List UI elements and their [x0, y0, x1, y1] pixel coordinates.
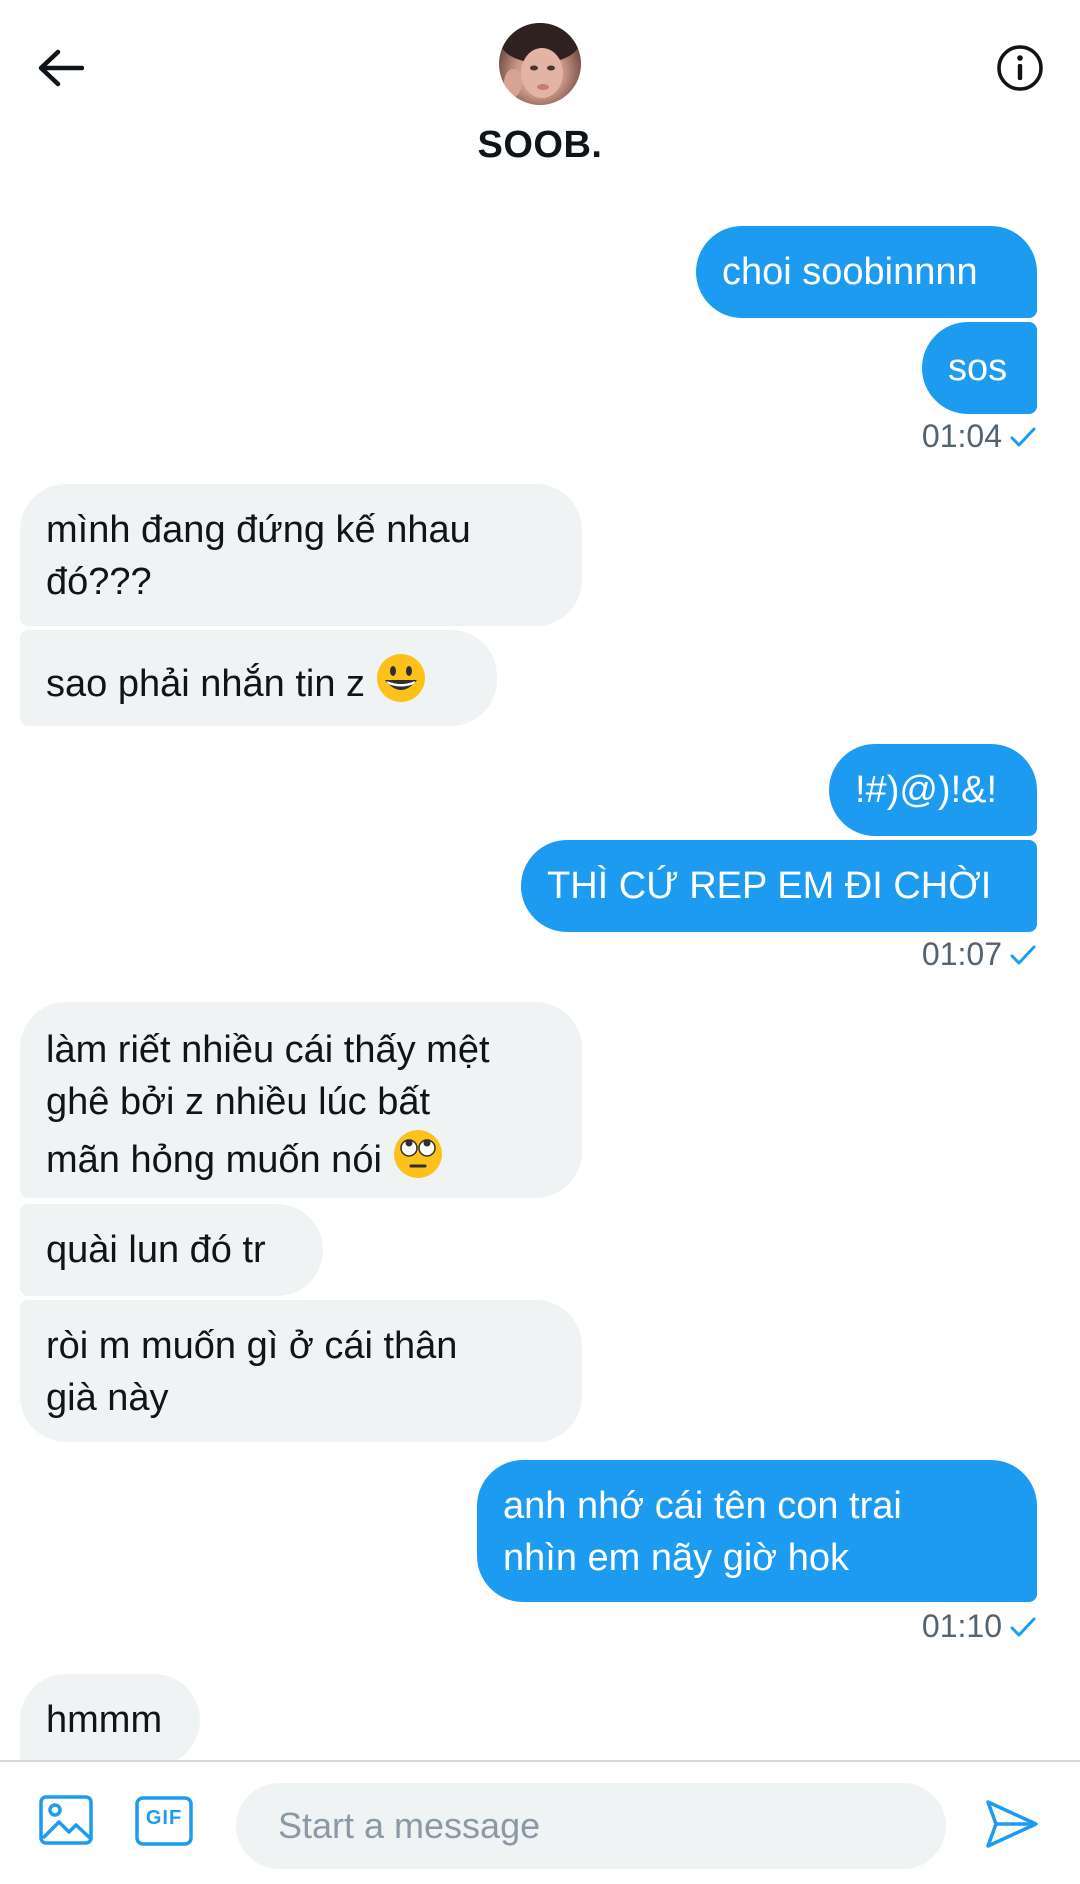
- message-bubble[interactable]: hmmm: [20, 1674, 200, 1766]
- timestamp-text: 01:04: [921, 418, 1002, 454]
- message-text: sos: [948, 347, 1008, 389]
- info-icon: [997, 45, 1043, 91]
- check-icon: [1010, 427, 1036, 446]
- message-bubble[interactable]: choi soobinnnn: [696, 226, 1037, 318]
- gif-label: GIF: [145, 1807, 183, 1829]
- message-bubble[interactable]: sao phải nhắn tin z: [20, 630, 497, 726]
- message-bubble[interactable]: THÌ CỨ REP EM ĐI CHỜI: [521, 840, 1037, 932]
- gif-button[interactable]: GIF: [135, 1796, 193, 1846]
- arrow-left-icon: [38, 49, 84, 87]
- timestamp-text: 01:07: [921, 936, 1002, 972]
- message-bubble[interactable]: sos: [922, 322, 1037, 414]
- message-text: quài lun đó tr: [46, 1229, 266, 1271]
- message-timestamp: 01:07: [922, 936, 1038, 973]
- message-text: !#)@)!&!: [855, 769, 998, 811]
- conversation-header: SOOB.: [0, 0, 1080, 190]
- message-bubble[interactable]: !#)@)!&!: [829, 744, 1037, 836]
- message-text: hmmm: [46, 1699, 163, 1741]
- message-text: ròi m muốn gì ở cái thân già này: [46, 1325, 458, 1419]
- message-text: THÌ CỨ REP EM ĐI CHỜI: [547, 865, 992, 907]
- message-text: anh nhớ cái tên con trai nhìn em nãy giờ…: [503, 1485, 902, 1579]
- message-timestamp: 01:10: [922, 1608, 1038, 1645]
- send-icon: [986, 1800, 1038, 1848]
- contact-name: SOOB.: [477, 124, 603, 166]
- message-bubble[interactable]: quài lun đó tr: [20, 1204, 323, 1296]
- check-icon: [1010, 945, 1036, 964]
- eye-roll-emoji: [393, 1130, 442, 1178]
- message-text: sao phải nhắn tin z: [46, 663, 366, 705]
- add-photo-button[interactable]: [38, 1792, 94, 1848]
- message-text: mình đang đứng kế nhau đó???: [46, 509, 471, 603]
- message-input-container: [236, 1783, 946, 1869]
- message-text: choi soobinnnn: [722, 251, 978, 293]
- info-button[interactable]: [990, 40, 1050, 96]
- avatar[interactable]: [499, 23, 581, 105]
- message-bubble[interactable]: anh nhớ cái tên con trai nhìn em nãy giờ…: [477, 1460, 1037, 1602]
- timestamp-text: 01:10: [921, 1608, 1002, 1644]
- send-button[interactable]: [982, 1794, 1042, 1854]
- message-input[interactable]: [236, 1783, 946, 1869]
- message-bubble[interactable]: ròi m muốn gì ở cái thân già này: [20, 1300, 582, 1442]
- check-icon: [1010, 1617, 1036, 1636]
- grinning-face-emoji: [377, 654, 426, 702]
- back-button[interactable]: [30, 40, 90, 96]
- image-icon: [39, 1795, 93, 1845]
- message-bubble[interactable]: mình đang đứng kế nhau đó???: [20, 484, 582, 626]
- message-timestamp: 01:04: [922, 418, 1038, 455]
- message-bubble[interactable]: làm riết nhiều cái thấy mệt ghê bởi z nh…: [20, 1002, 582, 1198]
